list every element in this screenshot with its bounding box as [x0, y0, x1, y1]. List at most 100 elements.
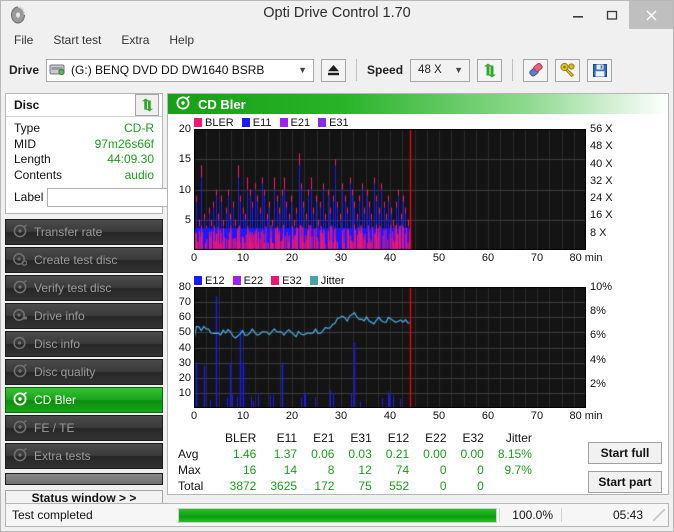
x-axis-tick: 10 [237, 250, 249, 264]
y-axis-tick: 80 [179, 281, 194, 293]
x-axis-tick: 30 [335, 250, 347, 264]
y2-axis-tick: 4% [586, 354, 606, 366]
stat-cell: 0 [416, 462, 453, 478]
stat-col-e31: E31 [341, 430, 378, 446]
stat-cell: 0.00 [454, 446, 491, 462]
sidebar-item-cd-bler[interactable]: CD Bler [5, 387, 163, 413]
menu-item-start-test[interactable]: Start test [50, 32, 104, 48]
disc-icon [13, 280, 27, 297]
y-axis-tick: 70 [179, 296, 194, 308]
sidebar-item-disc-quality[interactable]: Disc quality [5, 359, 163, 385]
disc-refresh-button[interactable] [135, 94, 159, 116]
x-axis-tick: 60 [482, 250, 494, 264]
x-axis-tick: 0 [191, 250, 197, 264]
sidebar-item-label: Disc info [34, 337, 80, 351]
stat-cell: 12 [341, 462, 378, 478]
y2-axis-tick: 6% [586, 329, 606, 341]
disc-key: Contents [14, 168, 62, 184]
x-axis-tick: 50 [433, 408, 445, 422]
y-axis-tick: 30 [179, 357, 194, 369]
elapsed-time: 05:43 [561, 508, 653, 522]
minimize-button[interactable] [561, 1, 595, 29]
legend-swatch [310, 276, 318, 285]
stat-col-e21: E21 [304, 430, 341, 446]
status-bar: Test completed 100.0% 05:43 [5, 503, 669, 527]
stat-cell: 74 [379, 462, 416, 478]
legend-label: E21 [291, 117, 311, 129]
stat-col-e22: E22 [416, 430, 453, 446]
speed-select[interactable]: 48 X ▼ [410, 59, 470, 82]
x-axis-tick: 0 [191, 408, 197, 422]
legend-item-e32: E32 [271, 275, 302, 287]
legend-label: E32 [282, 275, 302, 287]
chevron-down-icon: ▼ [454, 65, 463, 75]
disc-icon [13, 448, 27, 465]
x-axis-tick: 80 min [569, 250, 602, 264]
window-controls [561, 1, 673, 29]
table-row: Max 16 14 8 12 74 0 0 9.7% [172, 462, 539, 478]
disc-panel-header: Disc [6, 94, 162, 117]
navigation-footer-strip [5, 473, 163, 485]
menu-item-extra[interactable]: Extra [118, 32, 152, 48]
sidebar-item-create-test-disc[interactable]: Create test disc [5, 247, 163, 273]
drive-select[interactable]: (G:) BENQ DVD DD DW1640 BSRB ▼ [46, 59, 314, 82]
stat-cell: 0.06 [304, 446, 341, 462]
bler-chart-legend: BLER E11 E21 E31 [194, 116, 586, 129]
x-axis-tick: 10 [237, 408, 249, 422]
disc-icon [176, 96, 190, 113]
y2-axis-tick: 8% [586, 305, 606, 317]
y2-axis-tick: 10% [586, 281, 612, 293]
eject-button[interactable] [321, 59, 346, 82]
y-axis-tick: 60 [179, 311, 194, 323]
sidebar-item-drive-info[interactable]: Drive info [5, 303, 163, 329]
stat-cell: 0.21 [379, 446, 416, 462]
y-axis-tick: 10 [179, 184, 194, 196]
disc-icon: i [13, 336, 27, 353]
stat-corner [172, 430, 218, 446]
legend-swatch [318, 118, 326, 127]
erase-button[interactable] [523, 59, 548, 82]
disc-value: 97m26s66f [95, 137, 154, 153]
tools-button[interactable] [555, 59, 580, 82]
stat-cell: 1.46 [218, 446, 263, 462]
disc-properties: Type CD-R MID 97m26s66f Length 44:09.30 … [6, 117, 162, 213]
x-axis-tick: 70 [531, 408, 543, 422]
y-axis-tick: 40 [179, 342, 194, 354]
jitter-plot[interactable]: 10 20 30 40 50 60 70 80 2% 4% 6% 8% 10% 0 10 20 30 40 50 60… [194, 287, 586, 408]
maximize-button[interactable] [595, 1, 629, 29]
disc-value: audio [125, 168, 154, 184]
bler-plot[interactable]: 5 10 15 20 8 X 16 X 24 X 32 X 40 X 48 X 56 X 0 10 20 3… [194, 129, 586, 250]
x-axis-tick: 50 [433, 250, 445, 264]
start-full-button[interactable]: Start full [588, 442, 662, 464]
x-axis-tick: 70 [531, 250, 543, 264]
sidebar-item-fe-te[interactable]: FE / TE [5, 415, 163, 441]
sidebar-item-label: FE / TE [34, 421, 74, 435]
sidebar-item-disc-info[interactable]: i Disc info [5, 331, 163, 357]
stat-cell: 9.7% [491, 462, 539, 478]
resize-grip[interactable] [653, 509, 665, 521]
sidebar-item-transfer-rate[interactable]: Transfer rate [5, 219, 163, 245]
sidebar-item-label: Extra tests [34, 449, 91, 463]
disc-label-row: Label [14, 186, 154, 208]
legend-item-e31: E31 [318, 117, 349, 129]
disc-icon [13, 364, 27, 381]
table-row: Avg 1.46 1.37 0.06 0.03 0.21 0.00 0.00 8… [172, 446, 539, 462]
sidebar-item-verify-test-disc[interactable]: Verify test disc [5, 275, 163, 301]
legend-swatch [280, 118, 288, 127]
speed-label: Speed [367, 63, 403, 77]
sidebar-item-extra-tests[interactable]: Extra tests [5, 443, 163, 469]
menu-item-help[interactable]: Help [166, 32, 197, 48]
sidebar-item-label: Drive info [34, 309, 85, 323]
charts-area: BLER E11 E21 E31 5 10 15 20 8 X 16 X 24 X 32 X 40 X… [168, 114, 668, 428]
close-button[interactable] [629, 1, 673, 29]
drive-label: Drive [9, 63, 39, 77]
refresh-button[interactable] [477, 59, 502, 82]
start-part-button[interactable]: Start part [588, 471, 662, 493]
legend-item-e11: E11 [242, 117, 272, 129]
sidebar-item-label: CD Bler [34, 393, 76, 407]
save-button[interactable] [587, 59, 612, 82]
menu-item-file[interactable]: File [11, 32, 36, 48]
legend-swatch [194, 118, 202, 127]
speed-value: 48 X [418, 64, 442, 76]
toolbar-separator [356, 59, 357, 81]
